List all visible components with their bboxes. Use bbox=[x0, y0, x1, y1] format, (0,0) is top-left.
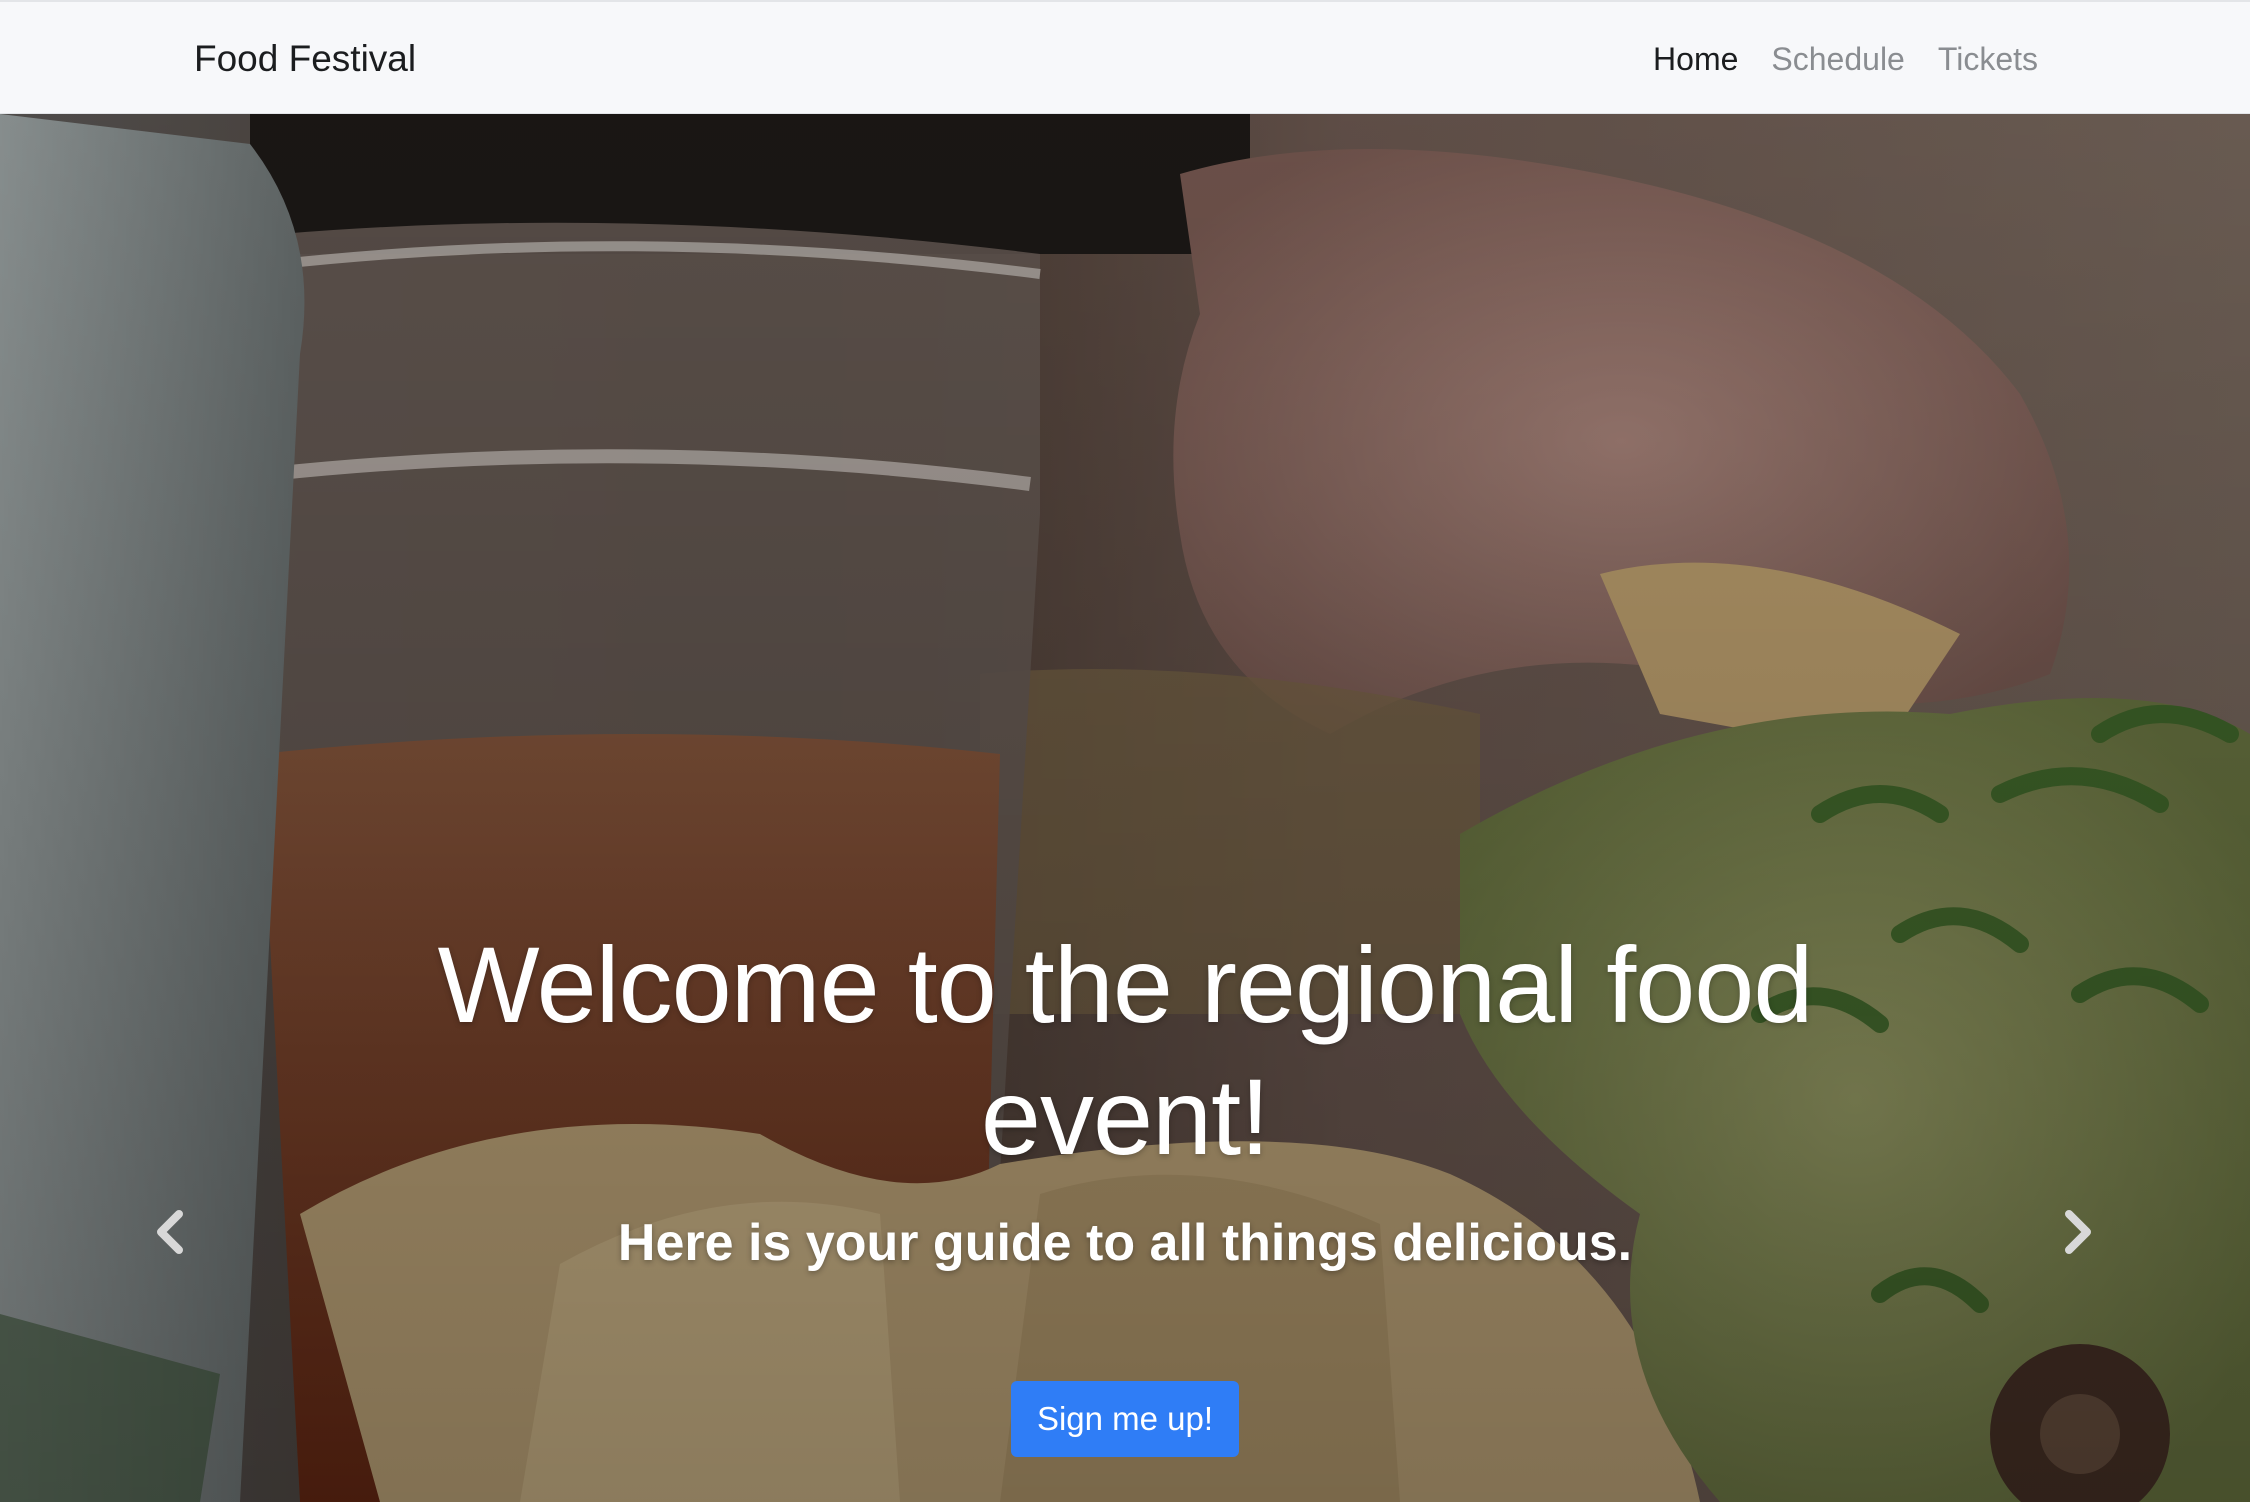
nav-link-schedule[interactable]: Schedule bbox=[1771, 34, 1904, 84]
hero-subheadline: Here is your guide to all things delicio… bbox=[617, 1214, 1633, 1272]
nav-link-tickets[interactable]: Tickets bbox=[1938, 34, 2038, 84]
hero-headline: Welcome to the regional food event! bbox=[437, 924, 1814, 1177]
chevron-right-icon bbox=[2065, 1210, 2091, 1254]
sign-up-button[interactable]: Sign me up! bbox=[1010, 1381, 1240, 1457]
hero-carousel: Welcome to the regional food event! Here… bbox=[0, 114, 2250, 1502]
brand-link[interactable]: Food Festival bbox=[194, 34, 416, 84]
carousel-next-button[interactable] bbox=[2048, 1192, 2108, 1272]
hero-caption: Welcome to the regional food event! Here… bbox=[0, 919, 2250, 1457]
nav-link-home[interactable]: Home bbox=[1653, 34, 1738, 84]
nav-links: Home Schedule Tickets bbox=[1653, 34, 2038, 84]
chevron-left-icon bbox=[157, 1210, 183, 1254]
carousel-prev-button[interactable] bbox=[140, 1192, 200, 1272]
navbar: Food Festival Home Schedule Tickets bbox=[0, 0, 2250, 114]
